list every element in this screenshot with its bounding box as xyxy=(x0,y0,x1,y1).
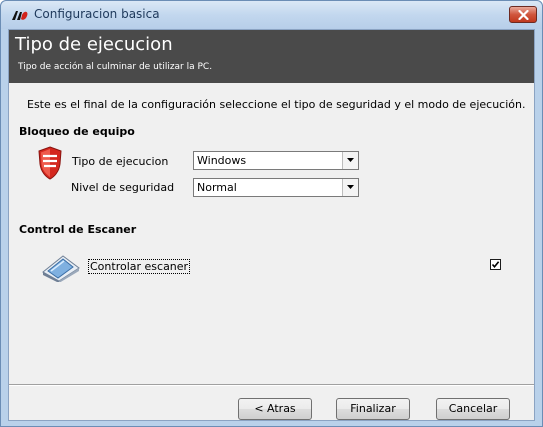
execution-type-value: Windows xyxy=(197,154,247,167)
scanner-control-checkbox[interactable] xyxy=(490,259,501,270)
scanner-control-label[interactable]: Controlar escaner xyxy=(88,259,191,274)
banner-title: Tipo de ejecucion xyxy=(15,34,173,55)
security-level-select[interactable]: Normal xyxy=(193,178,359,197)
security-level-dropdown-button[interactable] xyxy=(342,179,358,196)
security-level-label: Nivel de seguridad xyxy=(71,181,175,194)
scanner-icon xyxy=(42,255,80,282)
dialog-window: Configuracion basica Tipo de ejecucion T… xyxy=(0,0,543,427)
finish-button[interactable]: Finalizar xyxy=(336,398,410,420)
execution-type-label: Tipo de ejecucion xyxy=(72,155,169,168)
security-level-value: Normal xyxy=(197,181,237,194)
close-button[interactable] xyxy=(509,6,537,23)
dialog-body: Tipo de ejecucion Tipo de acción al culm… xyxy=(8,29,535,421)
footer-separator xyxy=(9,384,534,386)
window-title: Configuracion basica xyxy=(34,7,160,21)
header-banner: Tipo de ejecucion Tipo de acción al culm… xyxy=(9,30,534,83)
close-icon xyxy=(518,10,529,20)
title-bar[interactable]: Configuracion basica xyxy=(1,1,542,29)
chevron-down-icon xyxy=(347,185,354,189)
section-title-scanner: Control de Escaner xyxy=(19,223,137,236)
execution-type-select[interactable]: Windows xyxy=(193,151,359,170)
chevron-down-icon xyxy=(347,158,354,162)
intro-text: Este es el final de la configuración sel… xyxy=(27,98,526,111)
checkmark-icon xyxy=(491,261,500,269)
cancel-button[interactable]: Cancelar xyxy=(436,398,510,420)
back-button[interactable]: < Atras xyxy=(238,398,312,420)
banner-subtitle: Tipo de acción al culminar de utilizar l… xyxy=(18,62,213,72)
section-title-lock: Bloqueo de equipo xyxy=(19,125,135,138)
shield-icon xyxy=(38,146,62,180)
execution-type-dropdown-button[interactable] xyxy=(342,152,358,169)
app-logo-icon xyxy=(12,11,28,20)
